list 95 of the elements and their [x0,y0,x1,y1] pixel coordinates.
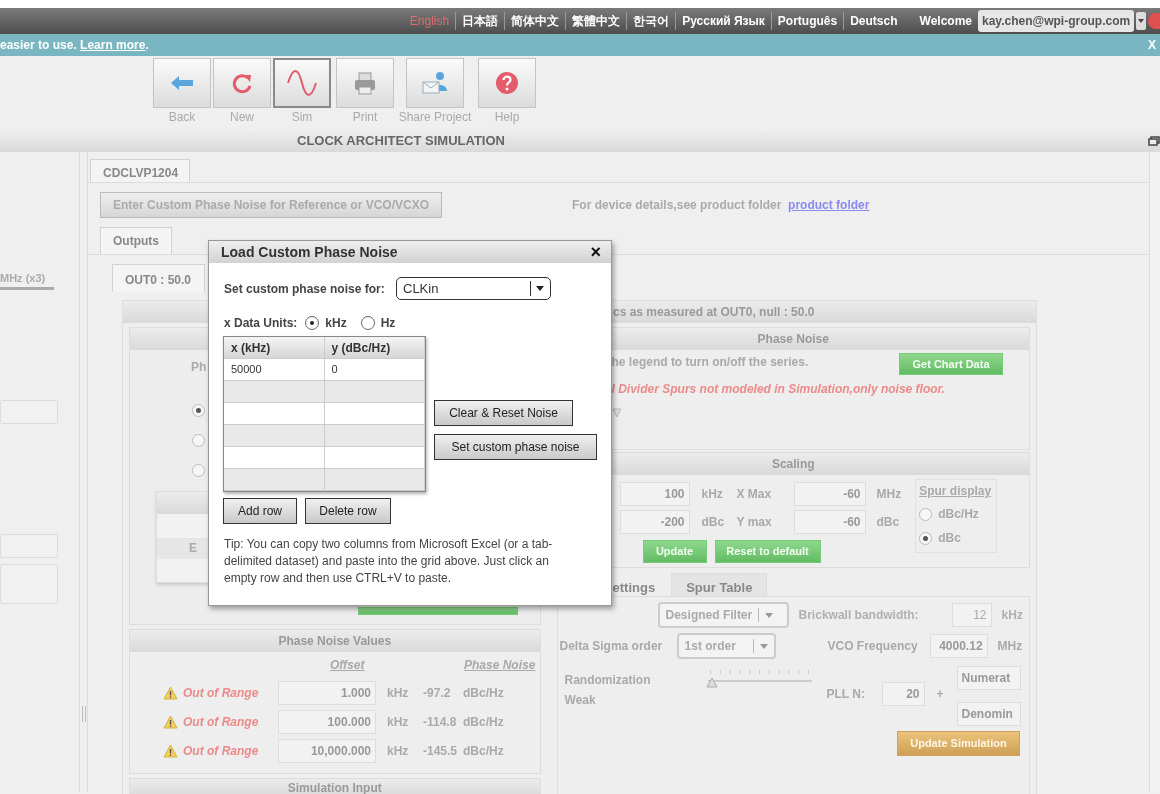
settings-tab[interactable]: ettings [612,573,658,596]
delta-sigma-dropdown[interactable]: 1st order [676,633,776,659]
row-text: E [189,541,197,555]
reset-button[interactable]: Reset to default [714,540,821,563]
input-field[interactable]: -60 [793,510,866,534]
column-header: Offset [330,657,366,674]
spur-display-title: Spur display [919,483,993,500]
device-details-text: For device details,see product folder product folder [572,197,870,214]
option-label: Hz [380,315,396,332]
field-label: Set custom phase noise for: [224,280,386,298]
banner-text: easier to use. Learn more. [0,37,149,54]
clear-reset-button[interactable]: Clear & Reset Noise [434,400,573,426]
section-title: Phase Noise Values [278,633,392,650]
language-link[interactable]: English [403,12,456,30]
offset-field[interactable]: 10,000.000 [278,738,376,763]
field-label: X Max [736,486,773,503]
unit-label: MHz [997,638,1023,655]
hint-text: he legend to turn on/off the series. [611,354,809,371]
close-button[interactable]: × [590,243,601,261]
add-row-button[interactable]: Add row [223,498,297,524]
option-label: dBc/Hz [938,506,979,523]
field-label: x Data Units: [224,315,298,332]
input-field[interactable]: 100 [619,482,690,506]
filter-type-dropdown[interactable]: Designed Filter [657,602,789,628]
product-folder-link[interactable]: product folder [788,198,870,212]
field-label: VCO Frequency [827,638,918,655]
section-label: Ph [191,360,207,374]
update-button[interactable]: Update [642,540,707,563]
close-button[interactable]: X [1148,36,1156,54]
field-label: Y max [736,514,773,531]
dialog-title: Load Custom Phase Noise [221,242,398,262]
delete-row-button[interactable]: Delete row [305,498,391,524]
section-title: Simulation Input [287,780,382,794]
get-chart-data-button[interactable]: Get Chart Data [899,353,1003,375]
language-link[interactable]: Português [770,12,844,30]
column-header: Phase Noise [464,657,536,674]
language-link[interactable]: 简体中文 [504,12,566,30]
welcome-text: Welcome [919,13,972,30]
noise-value: -145.5 [423,742,459,760]
custom-noise-button[interactable]: Enter Custom Phase Noise for Reference or VCO/VCXO [100,192,442,218]
unit-label: kHz [701,486,724,503]
input-field[interactable]: 4000.12 [929,634,988,658]
language-link[interactable]: Русский Язык [675,12,771,30]
input-field[interactable]: -60 [793,482,866,506]
tip-text: Tip: You can copy two columns from Microsoft Excel (or a tab-delimited dataset) and paste into the grid above. Just click an empty row and then use CTRL+V to paste. [224,536,554,587]
panel-title: cs as measured at OUT0, null : 50.0 [613,304,815,321]
status-text: Out of Range [183,684,260,702]
input-field[interactable]: 20 [881,682,925,706]
settings-tab[interactable]: Spur Table [671,573,768,596]
column-header: y (dBc/Hz) [324,337,425,359]
field-label: Randomization [564,672,652,689]
set-noise-button[interactable]: Set custom phase noise [434,434,597,460]
denominator-field[interactable]: Denomin [956,702,1021,726]
target-dropdown[interactable]: CLKin [396,277,551,300]
status-text: Out of Range [183,742,260,760]
numerator-field[interactable]: Numerat [956,666,1021,690]
language-link[interactable]: 한국어 [626,12,676,30]
language-link[interactable]: Deutsch [843,12,904,30]
slider-value: Weak [564,692,597,709]
section-title: Scaling [771,456,815,473]
outputs-tab[interactable]: Outputs [100,227,172,254]
noise-value: -114.8 [423,713,458,731]
unit-label: dBc/Hz [463,713,504,731]
language-link[interactable]: 繁體中文 [565,12,627,30]
input-field[interactable]: -200 [619,510,690,534]
offset-field[interactable]: 1.000 [278,680,376,705]
unit-label: dBc [701,514,726,531]
option-label: dBc [938,530,961,547]
device-tab[interactable]: CDCLVP1204 [90,159,190,182]
update-simulation-button[interactable]: Update Simulation [897,731,1020,756]
output-tab[interactable]: OUT0 : 50.0 [112,264,205,292]
unit-label: dBc/Hz [463,742,504,760]
unit-label: kHz [387,684,410,702]
input-field[interactable]: 12 [951,603,992,627]
offset-field[interactable]: 100.000 [278,709,376,734]
column-header: x (kHz) [224,337,325,359]
unit-label: kHz [387,713,410,731]
user-dropdown[interactable]: kay.chen@wpi-group.com [978,10,1134,32]
option-label: kHz [325,315,347,332]
ratio-link[interactable]: MHz (x3) [0,270,54,290]
field-label: PLL N: [826,686,866,703]
unit-label: dBc [876,514,900,531]
field-label: Brickwall bandwidth: [798,607,919,624]
unit-label: kHz [387,742,410,760]
unit-label: dBc/Hz [463,684,504,702]
plus-text: + [936,686,945,703]
unit-label: MHz [876,486,902,503]
warning-text: l Divider Spurs not modeled in Simulation,only noise floor. [611,381,946,398]
language-link[interactable]: 日本語 [455,12,505,30]
noise-value: -97.2 [423,684,452,702]
status-text: Out of Range [183,713,260,731]
section-title: Phase Noise [757,331,829,348]
page-title: CLOCK ARCHITECT SIMULATION [297,132,505,151]
field-label: Delta Sigma order [559,638,664,655]
unit-label: kHz [1001,607,1023,624]
